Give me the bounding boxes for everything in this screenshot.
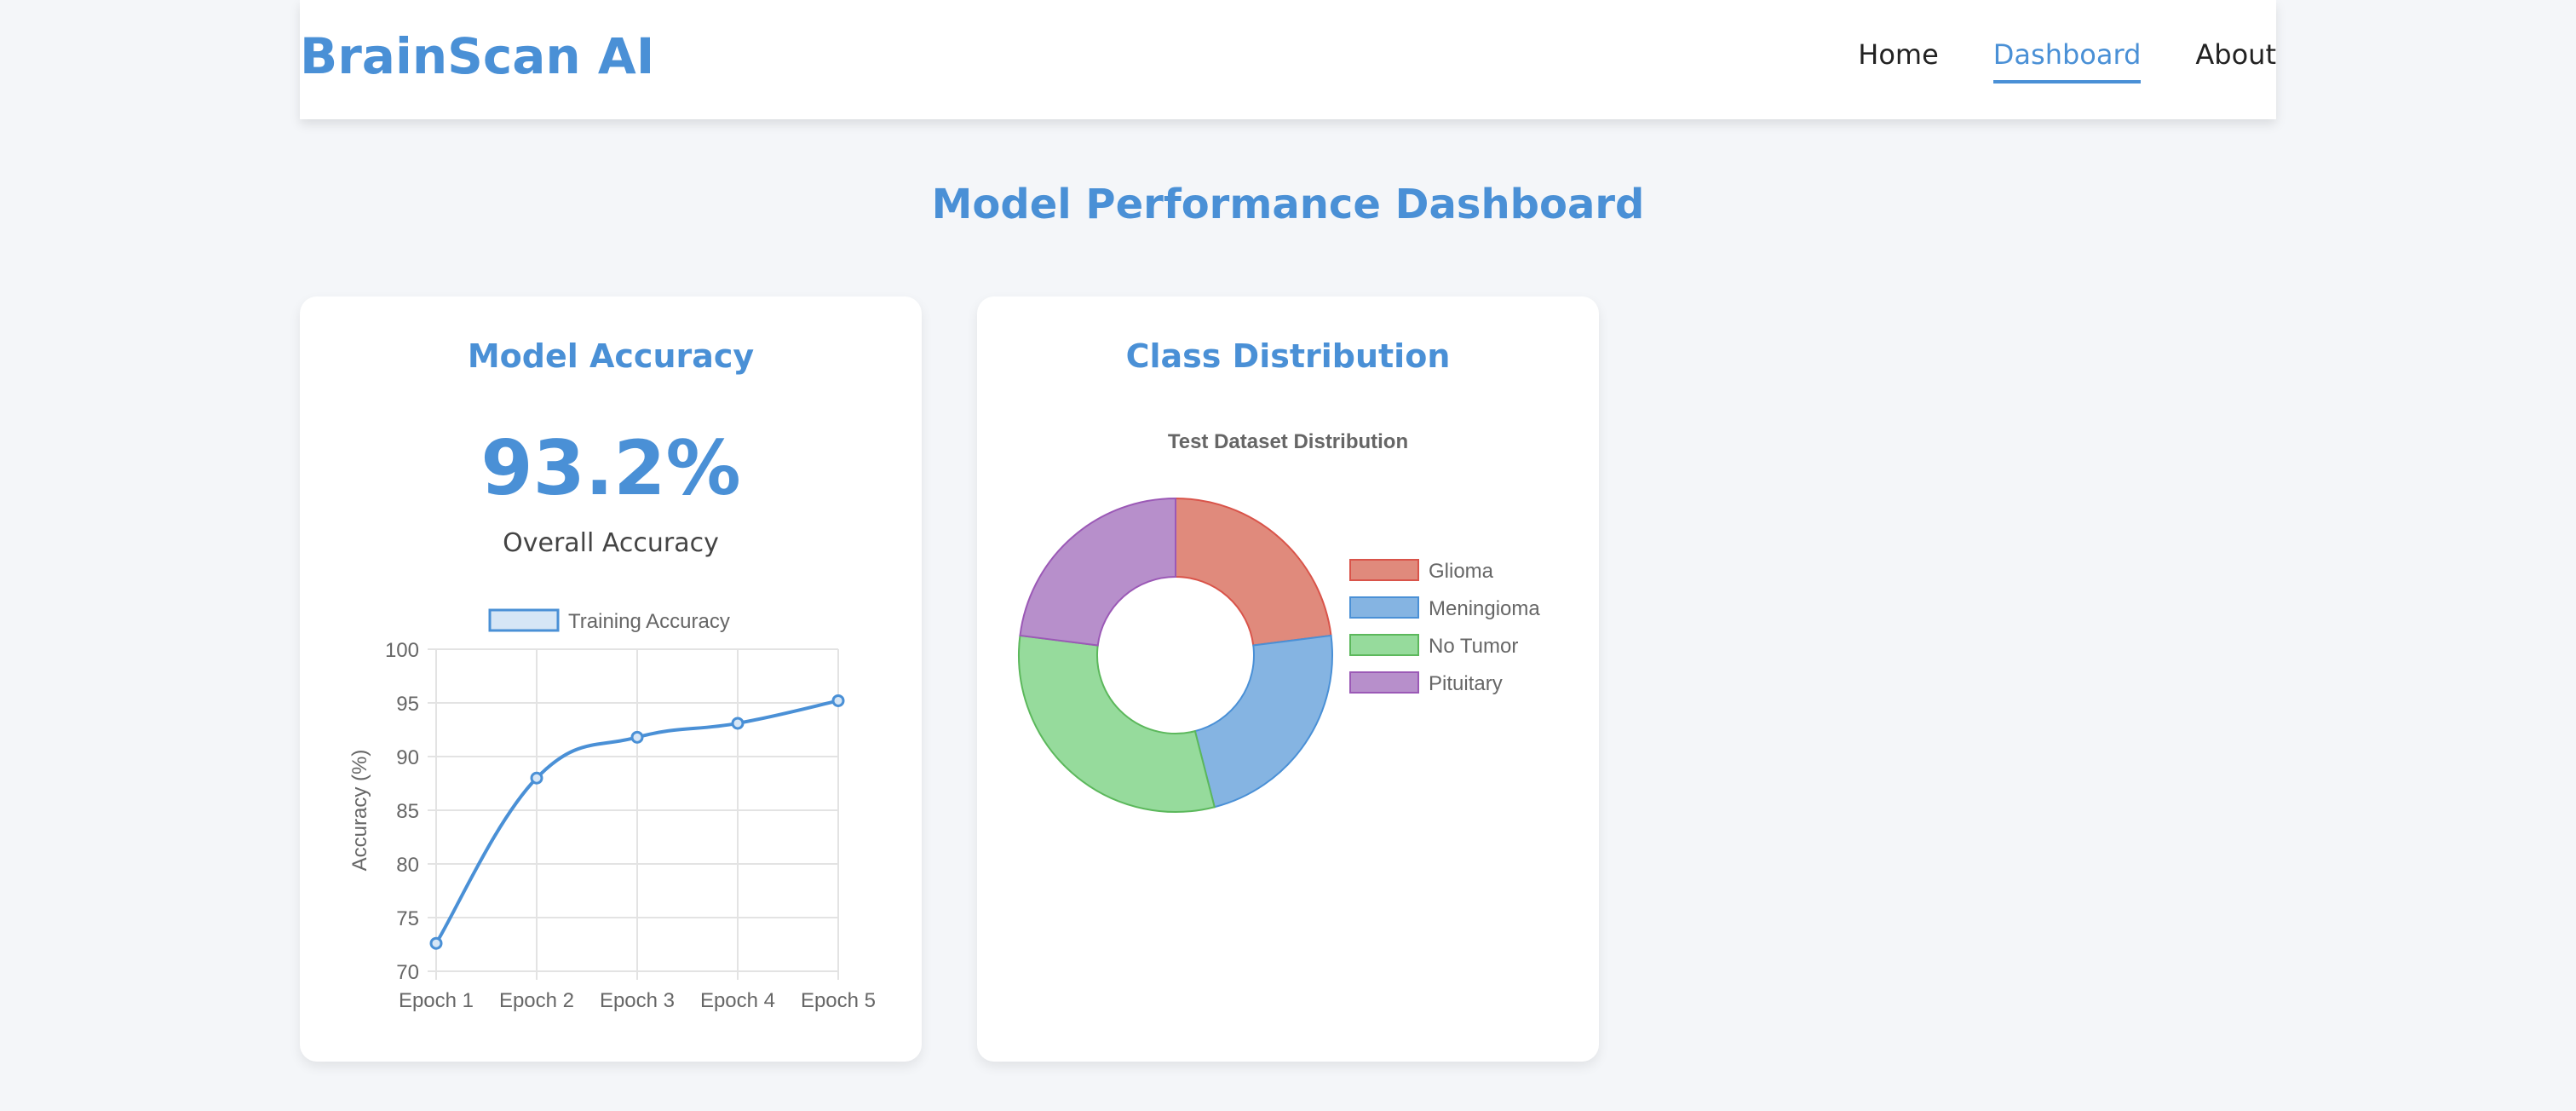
- y-tick-label: 90: [396, 746, 419, 769]
- chart-title: Test Dataset Distribution: [1168, 430, 1408, 453]
- x-tick-label: Epoch 2: [499, 989, 574, 1012]
- model-accuracy-card: Model Accuracy 93.2% Overall Accuracy 10…: [300, 296, 922, 1062]
- y-axis-title: Accuracy (%): [348, 750, 371, 872]
- x-tick-label: Epoch 1: [399, 989, 474, 1012]
- brand-logo-text[interactable]: BrainScan AI: [300, 24, 654, 89]
- x-tick-label: Epoch 4: [700, 989, 775, 1012]
- legend-label-no-tumor: No Tumor: [1429, 635, 1518, 658]
- nav-link-home[interactable]: Home: [1858, 32, 1939, 80]
- page-title: Model Performance Dashboard: [931, 181, 1645, 228]
- class-distribution-doughnut-chart[interactable]: Test Dataset Distribution Glioma Meningiom…: [977, 296, 1599, 1062]
- y-tick-label: 70: [396, 961, 419, 984]
- legend-swatch-training-accuracy: [488, 608, 560, 632]
- y-tick-label: 75: [396, 907, 419, 930]
- data-point: [429, 936, 443, 950]
- legend-swatch-meningioma: [1349, 596, 1419, 619]
- doughnut-slice-pituitary: [1019, 497, 1176, 647]
- y-tick-label: 100: [385, 639, 419, 662]
- legend-label-glioma: Glioma: [1429, 560, 1494, 583]
- data-point: [530, 771, 543, 785]
- legend-swatch-no-tumor: [1349, 634, 1419, 656]
- nav-link-about[interactable]: About: [2195, 32, 2276, 80]
- data-point: [731, 717, 745, 730]
- doughnut-slice-meningioma: [1193, 634, 1333, 809]
- x-tick-label: Epoch 3: [600, 989, 675, 1012]
- legend-label-training-accuracy: Training Accuracy: [568, 610, 730, 633]
- y-tick-label: 80: [396, 854, 419, 877]
- doughnut-slice-glioma: [1175, 497, 1332, 647]
- y-tick-label: 95: [396, 693, 419, 716]
- y-tick-label: 85: [396, 800, 419, 823]
- legend-label-meningioma: Meningioma: [1429, 597, 1540, 620]
- doughnut-slice-no-tumor: [1018, 634, 1216, 813]
- legend-swatch-glioma: [1349, 559, 1419, 581]
- legend-swatch-pituitary: [1349, 671, 1419, 694]
- data-point: [831, 694, 845, 707]
- legend-label-pituitary: Pituitary: [1429, 672, 1503, 695]
- training-accuracy-line-chart[interactable]: 100 95 90 85 80 75 70 Epoch 1 Epoch 2 Epoch 3 Epoc…: [300, 296, 922, 1062]
- class-distribution-card: Class Distribution Test Dataset Distribu…: [977, 296, 1599, 1062]
- x-tick-label: Epoch 5: [801, 989, 876, 1012]
- nav-menu: Home Dashboard About: [1858, 32, 2276, 83]
- data-point: [630, 730, 644, 744]
- top-nav-bar: BrainScan AI Home Dashboard About: [300, 0, 2276, 119]
- nav-link-dashboard[interactable]: Dashboard: [1992, 32, 2142, 83]
